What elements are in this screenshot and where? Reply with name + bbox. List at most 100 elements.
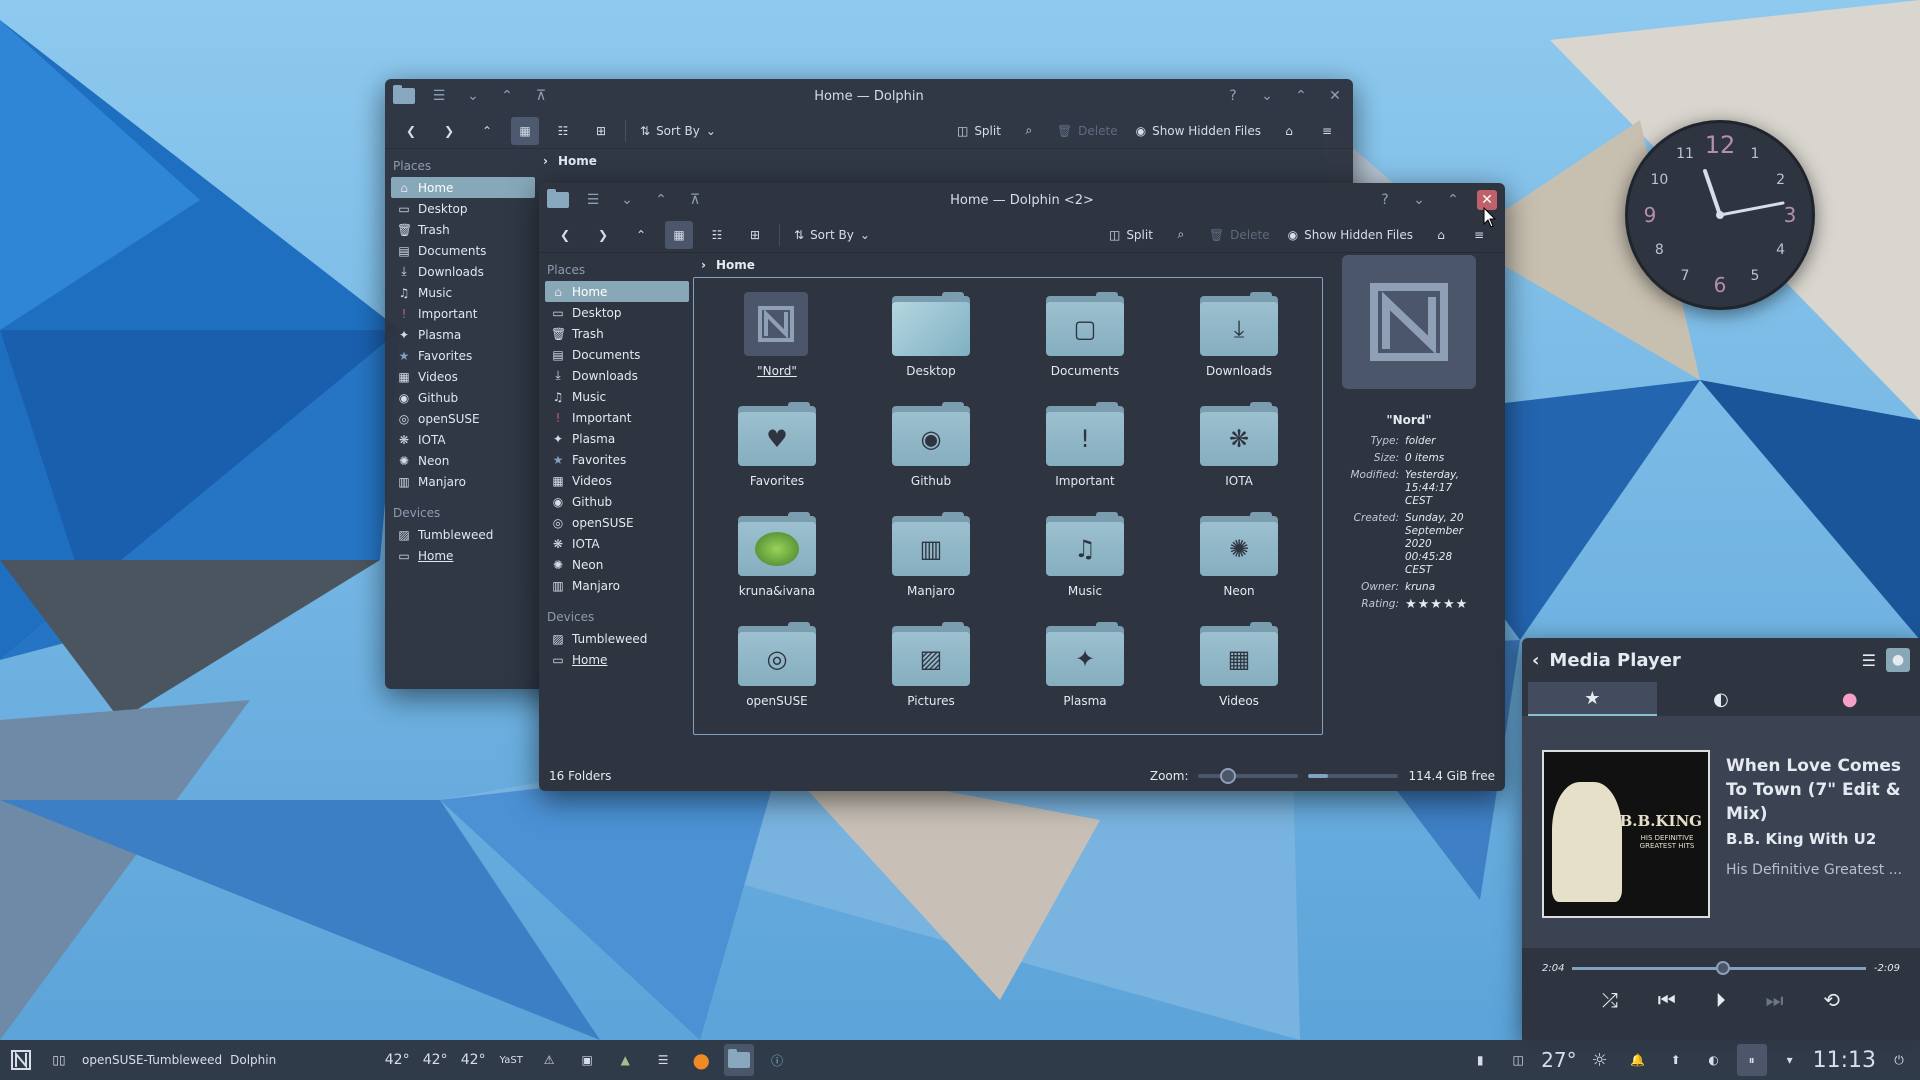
sort-by-button[interactable]: ⇅ Sort By ⌄ bbox=[636, 117, 720, 145]
place-item-neon[interactable]: ✺ Neon bbox=[545, 554, 689, 575]
notifications-icon[interactable]: 🔔 bbox=[1623, 1044, 1653, 1076]
rating-stars[interactable]: ★★★★★ bbox=[1405, 598, 1468, 611]
folder-item[interactable]: ! Important bbox=[1008, 398, 1162, 508]
media-tray-icon[interactable]: ⏸ bbox=[1736, 1044, 1767, 1076]
settings-sliders-icon[interactable]: ☰ bbox=[1862, 651, 1876, 670]
back-icon[interactable]: ‹ bbox=[1532, 650, 1539, 671]
device-item[interactable]: ▭ Home bbox=[391, 545, 535, 566]
menu-icon[interactable]: ☰ bbox=[583, 190, 603, 210]
split-button[interactable]: ◫ Split bbox=[1105, 221, 1157, 249]
dolphin-task-icon[interactable] bbox=[724, 1044, 755, 1076]
folder-item[interactable]: ✺ Neon bbox=[1162, 508, 1316, 618]
home-button[interactable]: ⌂ bbox=[1275, 117, 1303, 145]
previous-icon[interactable]: ⏮ bbox=[1658, 988, 1676, 1012]
sun-icon[interactable]: ☼ bbox=[1585, 1044, 1615, 1076]
details-view-button[interactable]: ☷ bbox=[703, 221, 731, 249]
place-item-neon[interactable]: ✺ Neon bbox=[391, 450, 535, 471]
place-item-important[interactable]: ! Important bbox=[545, 407, 689, 428]
seek-knob[interactable] bbox=[1716, 960, 1731, 975]
zoom-slider[interactable] bbox=[1198, 768, 1299, 784]
help-icon[interactable]: ? bbox=[1223, 86, 1243, 106]
device-item[interactable]: ▨ Tumbleweed bbox=[391, 524, 535, 545]
task-distro[interactable]: openSUSE-Tumbleweed bbox=[82, 1044, 222, 1076]
delete-button[interactable]: 🗑 Delete bbox=[1205, 221, 1274, 249]
place-item-trash[interactable]: 🗑 Trash bbox=[545, 323, 689, 344]
breadcrumb-home[interactable]: Home bbox=[558, 154, 597, 168]
place-item-documents[interactable]: ▤ Documents bbox=[391, 240, 535, 261]
analog-clock-widget[interactable]: 12 1 2 3 4 5 6 7 8 9 10 11 bbox=[1625, 120, 1815, 310]
place-item-manjaro[interactable]: ▥ Manjaro bbox=[545, 575, 689, 596]
temperature-sensor[interactable]: 42° bbox=[382, 1044, 412, 1076]
place-item-videos[interactable]: ▦ Videos bbox=[545, 470, 689, 491]
maximize-icon[interactable]: ⌃ bbox=[1443, 190, 1463, 210]
tab-player[interactable]: ● bbox=[1785, 682, 1914, 716]
shade-icon[interactable]: ⊼ bbox=[685, 190, 705, 210]
media-player-widget[interactable]: ‹ Media Player ☰ ● ★ ◐ ● B.B.KING HIS DE… bbox=[1522, 638, 1920, 1040]
minimize-icon[interactable]: ⌄ bbox=[1257, 86, 1277, 106]
back-button[interactable]: ❮ bbox=[551, 221, 579, 249]
show-hidden-button[interactable]: ◉ Show Hidden Files bbox=[1132, 117, 1265, 145]
titlebar[interactable]: ☰ ⌄ ⌃ ⊼ Home — Dolphin <2> ? ⌄ ⌃ ✕ bbox=[539, 183, 1505, 217]
breadcrumb[interactable]: › Home bbox=[535, 149, 1353, 173]
audio-tray-icon[interactable]: ◐ bbox=[1699, 1044, 1729, 1076]
play-icon[interactable]: ⏵ bbox=[1716, 988, 1726, 1012]
place-item-home[interactable]: ⌂ Home bbox=[545, 281, 689, 302]
monitor-icon[interactable]: ▣ bbox=[572, 1044, 602, 1076]
split-button[interactable]: ◫ Split bbox=[953, 117, 1005, 145]
folder-item[interactable]: ◉ Github bbox=[854, 398, 1008, 508]
folder-item[interactable]: ▥ Manjaro bbox=[854, 508, 1008, 618]
compact-view-button[interactable]: ⊞ bbox=[741, 221, 769, 249]
shuffle-icon[interactable]: ⤮ bbox=[1602, 988, 1618, 1012]
place-item-desktop[interactable]: ▭ Desktop bbox=[391, 198, 535, 219]
nord-tray-icon[interactable]: ◫ bbox=[1503, 1044, 1533, 1076]
folder-item[interactable]: ▢ Documents bbox=[1008, 288, 1162, 398]
place-item-music[interactable]: ♫ Music bbox=[545, 386, 689, 407]
forward-button[interactable]: ❯ bbox=[589, 221, 617, 249]
image-viewer-icon[interactable]: ▲ bbox=[610, 1044, 640, 1076]
updates-icon[interactable]: ⬆ bbox=[1661, 1044, 1691, 1076]
folder-item[interactable]: ♥ Favorites bbox=[700, 398, 854, 508]
place-item-favorites[interactable]: ★ Favorites bbox=[545, 449, 689, 470]
device-item[interactable]: ▨ Tumbleweed bbox=[545, 628, 689, 649]
up-button[interactable]: ⌃ bbox=[627, 221, 655, 249]
folder-item[interactable]: ⤓ Downloads bbox=[1162, 288, 1316, 398]
weather-temperature[interactable]: 27° bbox=[1541, 1044, 1576, 1076]
zoom-slider-knob[interactable] bbox=[1220, 768, 1237, 784]
place-item-favorites[interactable]: ★ Favorites bbox=[391, 345, 535, 366]
yast-launcher[interactable]: YaST bbox=[496, 1044, 526, 1076]
breadcrumb[interactable]: › Home bbox=[693, 253, 1329, 277]
trash-applet-icon[interactable]: ▮ bbox=[1465, 1044, 1495, 1076]
info-app-icon[interactable]: ⓘ bbox=[762, 1044, 792, 1076]
place-item-downloads[interactable]: ⤓ Downloads bbox=[545, 365, 689, 386]
place-item-manjaro[interactable]: ▥ Manjaro bbox=[391, 471, 535, 492]
device-item[interactable]: ▭ Home bbox=[545, 649, 689, 670]
icons-view-button[interactable]: ▦ bbox=[665, 220, 693, 249]
network-icon[interactable]: ▾ bbox=[1775, 1044, 1805, 1076]
minimize-icon[interactable]: ⌄ bbox=[1409, 190, 1429, 210]
keep-above-icon[interactable]: ⌃ bbox=[651, 190, 671, 210]
folder-item[interactable]: ▦ Videos bbox=[1162, 618, 1316, 728]
place-item-plasma[interactable]: ✦ Plasma bbox=[545, 428, 689, 449]
menu-icon[interactable]: ☰ bbox=[429, 86, 449, 106]
keep-below-icon[interactable]: ⌄ bbox=[463, 86, 483, 106]
place-item-github[interactable]: ◉ Github bbox=[545, 491, 689, 512]
details-view-button[interactable]: ☷ bbox=[549, 117, 577, 145]
folder-view[interactable]: "Nord" Desktop ▢ Documents ⤓ Downloads ♥ Favori… bbox=[693, 277, 1323, 735]
place-item-important[interactable]: ! Important bbox=[391, 303, 535, 324]
folder-item[interactable]: ❋ IOTA bbox=[1162, 398, 1316, 508]
place-item-downloads[interactable]: ⤓ Downloads bbox=[391, 261, 535, 282]
folder-item[interactable]: Desktop bbox=[854, 288, 1008, 398]
next-icon[interactable]: ⏭ bbox=[1765, 988, 1783, 1012]
place-item-home[interactable]: ⌂ Home bbox=[391, 177, 535, 198]
application-launcher[interactable] bbox=[6, 1044, 36, 1076]
place-item-videos[interactable]: ▦ Videos bbox=[391, 366, 535, 387]
delete-button[interactable]: 🗑 Delete bbox=[1053, 117, 1122, 145]
folder-item[interactable]: ▨ Pictures bbox=[854, 618, 1008, 728]
pager-icon[interactable]: ▯▯ bbox=[44, 1044, 74, 1076]
show-hidden-button[interactable]: ◉ Show Hidden Files bbox=[1284, 221, 1417, 249]
sort-by-button[interactable]: ⇅ Sort By ⌄ bbox=[790, 221, 874, 249]
firefox-icon[interactable]: ● bbox=[686, 1044, 716, 1076]
temperature-sensor[interactable]: 42° bbox=[458, 1044, 488, 1076]
home-button[interactable]: ⌂ bbox=[1427, 221, 1455, 249]
dolphin-window-front[interactable]: ☰ ⌄ ⌃ ⊼ Home — Dolphin <2> ? ⌄ ⌃ ✕ ❮ ❯ ⌃… bbox=[539, 183, 1505, 791]
